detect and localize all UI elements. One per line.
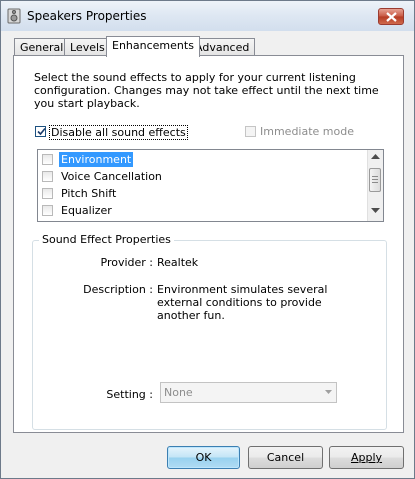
scroll-down-arrow-icon[interactable] <box>371 208 380 213</box>
immediate-mode-label: Immediate mode <box>260 125 354 138</box>
effect-label[interactable]: Environment <box>59 152 134 167</box>
provider-value: Realtek <box>157 256 199 269</box>
title-bar[interactable]: Speakers Properties <box>1 1 414 31</box>
scroll-up-arrow-icon[interactable] <box>371 154 380 159</box>
provider-label: Provider : <box>100 256 154 269</box>
effect-label[interactable]: Voice Cancellation <box>59 169 164 184</box>
grip-line <box>372 182 378 183</box>
setting-dropdown: None <box>160 382 337 403</box>
effect-label[interactable]: Pitch Shift <box>59 186 118 201</box>
disable-all-checkbox[interactable] <box>35 126 46 137</box>
close-button[interactable] <box>378 8 404 25</box>
description-value: Environment simulates several external c… <box>157 283 328 322</box>
enhancements-panel: Select the sound effects to apply for yo… <box>13 55 404 433</box>
immediate-mode-checkbox <box>245 126 256 137</box>
grip-line <box>372 179 378 180</box>
tab-general[interactable]: General <box>14 38 70 55</box>
tab-enhancements[interactable]: Enhancements <box>106 36 200 57</box>
ok-button[interactable]: OK <box>167 446 240 469</box>
tab-levels[interactable]: Levels <box>64 38 111 55</box>
apply-label: Apply <box>350 451 383 464</box>
group-title: Sound Effect Properties <box>39 233 174 246</box>
instructions-text: Select the sound effects to apply for yo… <box>34 71 379 110</box>
speakers-properties-dialog: Speakers Properties General Levels Enhan… <box>0 0 415 479</box>
list-scrollbar[interactable] <box>367 150 383 221</box>
apply-button[interactable]: Apply <box>329 446 404 469</box>
description-label: Description : <box>83 283 153 296</box>
grip-line <box>372 176 378 177</box>
checkmark-icon <box>37 127 46 136</box>
window-title: Speakers Properties <box>27 9 147 23</box>
speaker-icon <box>7 8 21 24</box>
effect-label[interactable]: Equalizer <box>59 203 114 218</box>
sound-effect-properties-group: Sound Effect Properties Provider : Realt… <box>32 233 387 430</box>
sound-effects-list[interactable]: Environment Voice Cancellation Pitch Shi… <box>37 149 384 222</box>
equalizer-checkbox[interactable] <box>42 205 53 216</box>
scroll-thumb[interactable] <box>369 168 381 192</box>
pitch-shift-checkbox[interactable] <box>42 188 53 199</box>
close-icon <box>386 12 397 22</box>
voice-cancellation-checkbox[interactable] <box>42 171 53 182</box>
environment-checkbox[interactable] <box>42 154 53 165</box>
setting-label: Setting : <box>106 388 153 401</box>
cancel-button[interactable]: Cancel <box>248 446 323 469</box>
chevron-down-icon <box>325 390 332 394</box>
setting-value: None <box>164 386 193 399</box>
disable-all-label[interactable]: Disable all sound effects <box>49 125 188 140</box>
